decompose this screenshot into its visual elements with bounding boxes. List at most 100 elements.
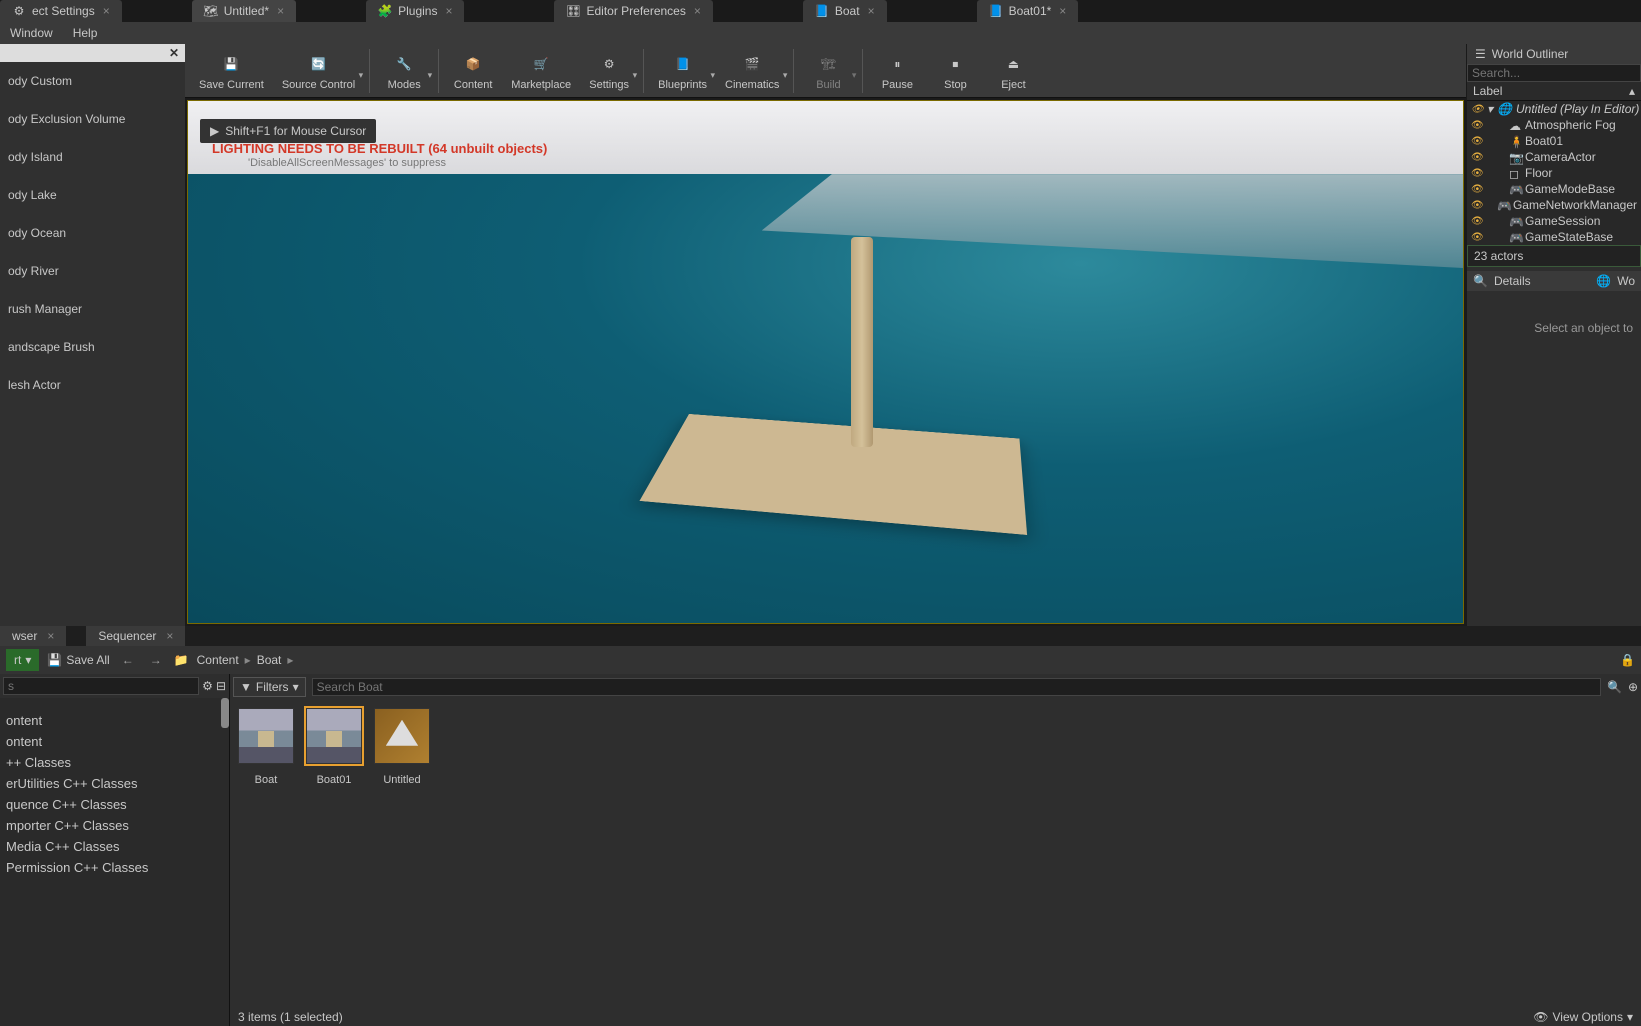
top-tab[interactable]: 🗺Untitled*× xyxy=(192,0,296,22)
source-folder[interactable]: quence C++ Classes xyxy=(0,794,229,815)
modes-button[interactable]: 🔧Modes xyxy=(376,48,432,93)
pause-button[interactable]: ⏸Pause xyxy=(869,48,925,93)
top-tab[interactable]: 🧩Plugins× xyxy=(366,0,464,22)
view-options-button[interactable]: 👁 View Options ▾ xyxy=(1533,1010,1633,1024)
stop-button[interactable]: ⏹Stop xyxy=(927,48,983,93)
chevron-down-icon[interactable]: ▾ xyxy=(1487,102,1493,116)
mode-item[interactable]: lesh Actor xyxy=(0,366,185,404)
close-tab-icon[interactable]: × xyxy=(445,4,452,18)
asset-search-input[interactable] xyxy=(312,678,1601,696)
menu-help[interactable]: Help xyxy=(63,26,108,40)
asset-tile[interactable]: Untitled xyxy=(374,708,430,786)
close-tab-icon[interactable]: × xyxy=(868,4,875,18)
top-tab[interactable]: 📘Boat01*× xyxy=(977,0,1079,22)
asset-thumbnail xyxy=(374,708,430,764)
outliner-row-label: Floor xyxy=(1525,166,1552,180)
menu-window[interactable]: Window xyxy=(0,26,63,40)
search-icon[interactable]: 🔍 xyxy=(1607,680,1622,694)
gm-icon: 🎮 xyxy=(1497,199,1509,211)
top-tab[interactable]: 🎛Editor Preferences× xyxy=(554,0,712,22)
panel-close-strip: ✕ xyxy=(0,44,185,62)
outliner-row[interactable]: 👁🎮GameModeBase xyxy=(1467,181,1641,197)
lock-icon[interactable]: 🔒 xyxy=(1620,653,1635,667)
bottom-tab-wser[interactable]: wser× xyxy=(0,626,66,646)
filter-icon[interactable]: ⚙ xyxy=(202,679,213,693)
nav-forward-button[interactable]: → xyxy=(146,653,166,667)
outliner-row[interactable]: 👁☁Atmospheric Fog xyxy=(1467,117,1641,133)
blueprints-button[interactable]: 📘Blueprints xyxy=(650,48,715,93)
mode-item[interactable]: ody Custom xyxy=(0,62,185,100)
top-tab[interactable]: 📘Boat× xyxy=(803,0,887,22)
folder-icon[interactable]: 📁 xyxy=(174,653,189,667)
close-tab-icon[interactable]: × xyxy=(47,629,54,643)
mode-item[interactable]: ody River xyxy=(0,252,185,290)
mode-item[interactable]: andscape Brush xyxy=(0,328,185,366)
source-folder[interactable]: ontent xyxy=(0,710,229,731)
sources-scrollbar[interactable] xyxy=(221,698,229,728)
save-current-button[interactable]: 💾Save Current xyxy=(191,48,272,93)
eject-button[interactable]: ⏏Eject xyxy=(985,48,1041,93)
source-control-button[interactable]: 🔄Source Control xyxy=(274,48,363,93)
close-tab-icon[interactable]: × xyxy=(694,4,701,18)
visibility-icon[interactable]: 👁 xyxy=(1471,232,1483,243)
marketplace-button[interactable]: 🛒Marketplace xyxy=(503,48,579,93)
tool-label: Cinematics xyxy=(725,79,779,91)
close-tab-icon[interactable]: × xyxy=(277,4,284,18)
mode-item[interactable]: ody Lake xyxy=(0,176,185,214)
outliner-row[interactable]: 👁📷CameraActor xyxy=(1467,149,1641,165)
close-icon[interactable]: ✕ xyxy=(163,46,185,60)
visibility-icon[interactable]: 👁 xyxy=(1471,104,1483,115)
details-tab[interactable]: 🔍 Details 🌐 Wo xyxy=(1467,271,1641,291)
source-folder[interactable]: erUtilities C++ Classes xyxy=(0,773,229,794)
actor-count: 23 actors xyxy=(1467,245,1641,267)
add-new-button[interactable]: rt ▾ xyxy=(6,649,39,671)
viewport[interactable]: ▶ Shift+F1 for Mouse Cursor LIGHTING NEE… xyxy=(187,100,1464,624)
source-folder[interactable]: Media C++ Classes xyxy=(0,836,229,857)
asset-tile[interactable]: Boat xyxy=(238,708,294,786)
top-tab[interactable]: ⚙ect Settings× xyxy=(0,0,122,22)
cinematics-button[interactable]: 🎬Cinematics xyxy=(717,48,787,93)
nav-back-button[interactable]: ← xyxy=(118,653,138,667)
filters-button[interactable]: ▼ Filters ▾ xyxy=(233,677,306,697)
close-tab-icon[interactable]: × xyxy=(1059,4,1066,18)
content-button[interactable]: 📦Content xyxy=(445,48,501,93)
visibility-icon[interactable]: 👁 xyxy=(1471,216,1483,227)
source-folder[interactable]: ontent xyxy=(0,731,229,752)
mode-item[interactable]: rush Manager xyxy=(0,290,185,328)
save-all-button[interactable]: 💾 Save All xyxy=(47,653,109,667)
visibility-icon[interactable]: 👁 xyxy=(1471,168,1483,179)
outliner-search-input[interactable] xyxy=(1467,64,1641,82)
outliner-row[interactable]: 👁🎮GameStateBase xyxy=(1467,229,1641,245)
outliner-row[interactable]: 👁🎮GameSession xyxy=(1467,213,1641,229)
outliner-row[interactable]: 👁🎮GameNetworkManager xyxy=(1467,197,1641,213)
mode-item[interactable]: ody Ocean xyxy=(0,214,185,252)
breadcrumb-segment[interactable]: Content xyxy=(197,653,239,667)
outliner-row[interactable]: 👁🧍Boat01 xyxy=(1467,133,1641,149)
globe-icon: 🌐 xyxy=(1497,102,1512,116)
outliner-row-label: CameraActor xyxy=(1525,150,1596,164)
collapse-icon[interactable]: ⊟ xyxy=(216,679,226,693)
source-folder[interactable]: ++ Classes xyxy=(0,752,229,773)
close-tab-icon[interactable]: × xyxy=(103,4,110,18)
sources-search-input[interactable] xyxy=(3,677,199,695)
blueprint-icon: 📘 xyxy=(669,50,697,78)
outliner-row[interactable]: 👁◻Floor xyxy=(1467,165,1641,181)
mode-item[interactable]: ody Island xyxy=(0,138,185,176)
visibility-icon[interactable]: 👁 xyxy=(1471,184,1483,195)
save-search-icon[interactable]: ⊕ xyxy=(1628,680,1638,694)
asset-tile[interactable]: Boat01 xyxy=(306,708,362,786)
world-outliner-tab[interactable]: ☰ World Outliner xyxy=(1467,44,1641,64)
breadcrumb-segment[interactable]: Boat xyxy=(257,653,282,667)
visibility-icon[interactable]: 👁 xyxy=(1471,120,1483,131)
visibility-icon[interactable]: 👁 xyxy=(1471,136,1483,147)
source-folder[interactable]: Permission C++ Classes xyxy=(0,857,229,878)
outliner-column-header[interactable]: Label ▴ xyxy=(1467,82,1641,101)
visibility-icon[interactable]: 👁 xyxy=(1471,152,1483,163)
close-tab-icon[interactable]: × xyxy=(166,629,173,643)
source-folder[interactable]: mporter C++ Classes xyxy=(0,815,229,836)
outliner-world-row[interactable]: 👁▾🌐Untitled (Play In Editor) xyxy=(1467,101,1641,117)
bottom-tab-sequencer[interactable]: Sequencer× xyxy=(86,626,185,646)
visibility-icon[interactable]: 👁 xyxy=(1471,200,1483,211)
settings-button[interactable]: ⚙Settings xyxy=(581,48,637,93)
mode-item[interactable]: ody Exclusion Volume xyxy=(0,100,185,138)
